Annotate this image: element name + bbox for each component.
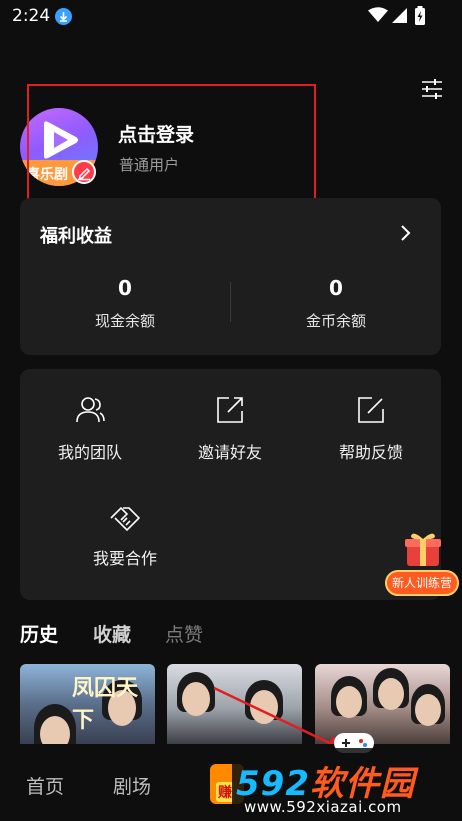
welfare-title: 福利收益 bbox=[40, 226, 112, 247]
cash-balance[interactable]: 0 现金余额 bbox=[20, 276, 230, 331]
welfare-card[interactable]: 福利收益 0 现金余额 0 金币余额 bbox=[20, 198, 441, 355]
nav-home[interactable]: 首页 bbox=[26, 772, 64, 799]
status-bar: 2:24 bbox=[0, 0, 462, 34]
poster-face bbox=[182, 682, 210, 716]
tab-likes[interactable]: 点赞 bbox=[165, 620, 203, 647]
team-icon bbox=[76, 397, 105, 423]
feature-label: 邀请好友 bbox=[197, 443, 262, 462]
coin-balance-value: 0 bbox=[329, 276, 343, 300]
signal-icon bbox=[390, 7, 408, 28]
nav-theater[interactable]: 剧场 bbox=[113, 772, 151, 799]
feature-label: 我的团队 bbox=[57, 443, 122, 462]
feature-invite-friends[interactable]: 邀请好友 bbox=[160, 395, 300, 463]
tab-favorites[interactable]: 收藏 bbox=[93, 620, 131, 647]
coin-balance[interactable]: 0 金币余额 bbox=[231, 276, 441, 331]
share-icon bbox=[217, 397, 243, 423]
download-badge-icon bbox=[55, 8, 72, 25]
feature-my-team[interactable]: 我的团队 bbox=[20, 395, 160, 463]
drama-title: 凤囚天下 bbox=[72, 675, 139, 733]
promo-label: 新人训练营 bbox=[385, 570, 459, 596]
feature-help-feedback[interactable]: 帮助反馈 bbox=[301, 395, 441, 463]
drama-thumbnail[interactable]: 凤囚天下 bbox=[20, 664, 155, 744]
cash-balance-value: 0 bbox=[118, 276, 132, 300]
status-time: 2:24 bbox=[12, 6, 51, 26]
feedback-icon bbox=[358, 397, 384, 423]
wifi-icon bbox=[368, 7, 388, 27]
poster-face bbox=[378, 678, 404, 710]
newbie-camp-promo[interactable]: 新人训练营 bbox=[385, 528, 459, 598]
feature-label: 帮助反馈 bbox=[338, 443, 403, 462]
features-card: 我的团队 邀请好友 帮助反馈 我要合作 bbox=[20, 369, 441, 600]
tab-history[interactable]: 历史 bbox=[20, 620, 58, 647]
settings-sliders-icon[interactable] bbox=[420, 78, 444, 100]
poster-face bbox=[415, 694, 441, 726]
poster-face bbox=[40, 716, 70, 744]
feature-label: 我要合作 bbox=[92, 549, 157, 568]
cash-balance-label: 现金余额 bbox=[94, 312, 155, 330]
chevron-right-icon[interactable] bbox=[400, 224, 412, 242]
watermark-url: www.592xiazai.com bbox=[244, 798, 402, 816]
coin-balance-label: 金币余额 bbox=[305, 312, 366, 330]
feature-cooperation[interactable]: 我要合作 bbox=[55, 505, 195, 569]
battery-charging-icon bbox=[414, 6, 426, 30]
handshake-icon bbox=[110, 506, 141, 531]
site-watermark: 592软件园 www.592xiazai.com bbox=[232, 748, 462, 821]
gift-icon bbox=[405, 533, 441, 566]
